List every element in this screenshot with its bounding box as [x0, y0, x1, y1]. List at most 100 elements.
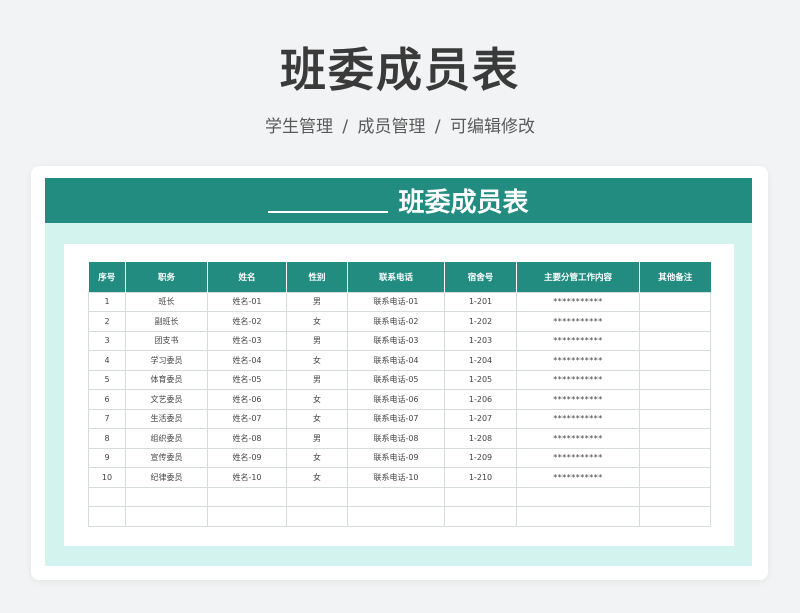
table-cell[interactable]: 9 — [88, 447, 126, 468]
table-cell[interactable]: 学习委员 — [125, 350, 208, 371]
table-cell[interactable]: 1-203 — [444, 330, 517, 351]
table-cell[interactable]: 生活委员 — [125, 408, 208, 429]
table-cell[interactable]: 联系电话-01 — [347, 291, 445, 312]
table-cell[interactable] — [347, 506, 445, 527]
table-cell[interactable] — [516, 506, 640, 527]
table-cell[interactable]: 团支书 — [125, 330, 208, 351]
table-cell[interactable] — [639, 447, 711, 468]
table-cell[interactable]: 文艺委员 — [125, 389, 208, 410]
table-cell[interactable] — [207, 486, 287, 507]
table-cell[interactable]: *********** — [516, 389, 640, 410]
table-cell[interactable]: 男 — [286, 428, 348, 449]
table-cell[interactable]: 姓名-06 — [207, 389, 287, 410]
table-cell[interactable]: 1-204 — [444, 350, 517, 371]
table-cell[interactable] — [639, 291, 711, 312]
table-cell[interactable] — [125, 486, 208, 507]
table-cell[interactable] — [88, 506, 126, 527]
table-cell[interactable]: *********** — [516, 311, 640, 332]
table-cell[interactable]: 联系电话-02 — [347, 311, 445, 332]
table-cell[interactable]: 姓名-02 — [207, 311, 287, 332]
table-cell[interactable]: 纪律委员 — [125, 467, 208, 488]
table-cell[interactable]: 姓名-05 — [207, 369, 287, 390]
table-cell[interactable]: 女 — [286, 350, 348, 371]
table-cell[interactable] — [286, 486, 348, 507]
table-cell[interactable]: 8 — [88, 428, 126, 449]
table-cell[interactable] — [516, 486, 640, 507]
table-cell[interactable]: 7 — [88, 408, 126, 429]
table-cell[interactable] — [639, 467, 711, 488]
table-cell[interactable]: 副班长 — [125, 311, 208, 332]
table-cell[interactable]: 联系电话-03 — [347, 330, 445, 351]
table-cell[interactable]: 姓名-10 — [207, 467, 287, 488]
table-cell[interactable] — [639, 330, 711, 351]
table-cell[interactable]: 联系电话-09 — [347, 447, 445, 468]
table-cell[interactable] — [639, 350, 711, 371]
table-cell[interactable]: 联系电话-05 — [347, 369, 445, 390]
table-cell[interactable]: 姓名-01 — [207, 291, 287, 312]
table-cell[interactable]: 姓名-09 — [207, 447, 287, 468]
table-cell[interactable]: 男 — [286, 330, 348, 351]
table-cell[interactable] — [639, 428, 711, 449]
table-cell[interactable] — [444, 486, 517, 507]
table-cell[interactable]: 宣传委员 — [125, 447, 208, 468]
table-cell[interactable] — [207, 506, 287, 527]
table-cell[interactable]: *********** — [516, 447, 640, 468]
table-cell[interactable]: 姓名-04 — [207, 350, 287, 371]
table-cell[interactable] — [639, 311, 711, 332]
table-cell[interactable] — [347, 486, 445, 507]
table-cell[interactable]: 联系电话-08 — [347, 428, 445, 449]
table-cell[interactable]: *********** — [516, 350, 640, 371]
table-cell[interactable] — [444, 506, 517, 527]
table-cell[interactable] — [286, 506, 348, 527]
table-cell[interactable]: 1-209 — [444, 447, 517, 468]
table-cell[interactable]: 3 — [88, 330, 126, 351]
table-cell[interactable]: 联系电话-06 — [347, 389, 445, 410]
table-cell[interactable]: 女 — [286, 311, 348, 332]
table-cell[interactable] — [639, 389, 711, 410]
table-cell[interactable]: 2 — [88, 311, 126, 332]
table-cell[interactable]: *********** — [516, 330, 640, 351]
preview-card[interactable]: 班委成员表 序号 职务 姓名 性别 联系电话 宿舍号 主要分管工作内容 其他备注… — [31, 166, 768, 580]
table-cell[interactable]: 1-206 — [444, 389, 517, 410]
table-cell[interactable]: 1-210 — [444, 467, 517, 488]
table-cell[interactable] — [88, 486, 126, 507]
table-cell[interactable]: 体育委员 — [125, 369, 208, 390]
table-cell[interactable]: 女 — [286, 467, 348, 488]
table-cell[interactable]: 1-202 — [444, 311, 517, 332]
table-cell[interactable]: 女 — [286, 408, 348, 429]
table-cell[interactable]: 1-207 — [444, 408, 517, 429]
table-cell[interactable]: 1-208 — [444, 428, 517, 449]
table-cell[interactable]: 姓名-03 — [207, 330, 287, 351]
table-cell[interactable]: 联系电话-07 — [347, 408, 445, 429]
table-cell[interactable] — [639, 369, 711, 390]
table-cell[interactable]: 1 — [88, 291, 126, 312]
table-row: 6 文艺委员 姓名-06 女联系电话-06 1-206 *********** — [88, 389, 711, 410]
table-cell[interactable]: 组织委员 — [125, 428, 208, 449]
table-cell[interactable]: *********** — [516, 291, 640, 312]
table-cell[interactable]: 5 — [88, 369, 126, 390]
table-cell[interactable]: *********** — [516, 369, 640, 390]
table-cell[interactable] — [639, 506, 711, 527]
table-cell[interactable] — [125, 506, 208, 527]
table-cell[interactable]: 女 — [286, 447, 348, 468]
table-cell[interactable]: 班长 — [125, 291, 208, 312]
table-cell[interactable]: 联系电话-04 — [347, 350, 445, 371]
table-cell[interactable]: 男 — [286, 291, 348, 312]
table-cell[interactable]: *********** — [516, 428, 640, 449]
sheet-banner: 班委成员表 — [45, 178, 752, 223]
table-cell[interactable]: 男 — [286, 369, 348, 390]
table-cell[interactable] — [639, 408, 711, 429]
table-cell[interactable] — [639, 486, 711, 507]
table-cell[interactable]: 1-201 — [444, 291, 517, 312]
table-cell[interactable]: 姓名-08 — [207, 428, 287, 449]
table-cell[interactable]: 女 — [286, 389, 348, 410]
table-cell[interactable]: 姓名-07 — [207, 408, 287, 429]
column-header: 联系电话 — [347, 262, 445, 292]
table-cell[interactable]: 1-205 — [444, 369, 517, 390]
table-cell[interactable]: *********** — [516, 467, 640, 488]
table-cell[interactable]: 6 — [88, 389, 126, 410]
table-cell[interactable]: 10 — [88, 467, 126, 488]
table-cell[interactable]: 联系电话-10 — [347, 467, 445, 488]
table-cell[interactable]: *********** — [516, 408, 640, 429]
table-cell[interactable]: 4 — [88, 350, 126, 371]
